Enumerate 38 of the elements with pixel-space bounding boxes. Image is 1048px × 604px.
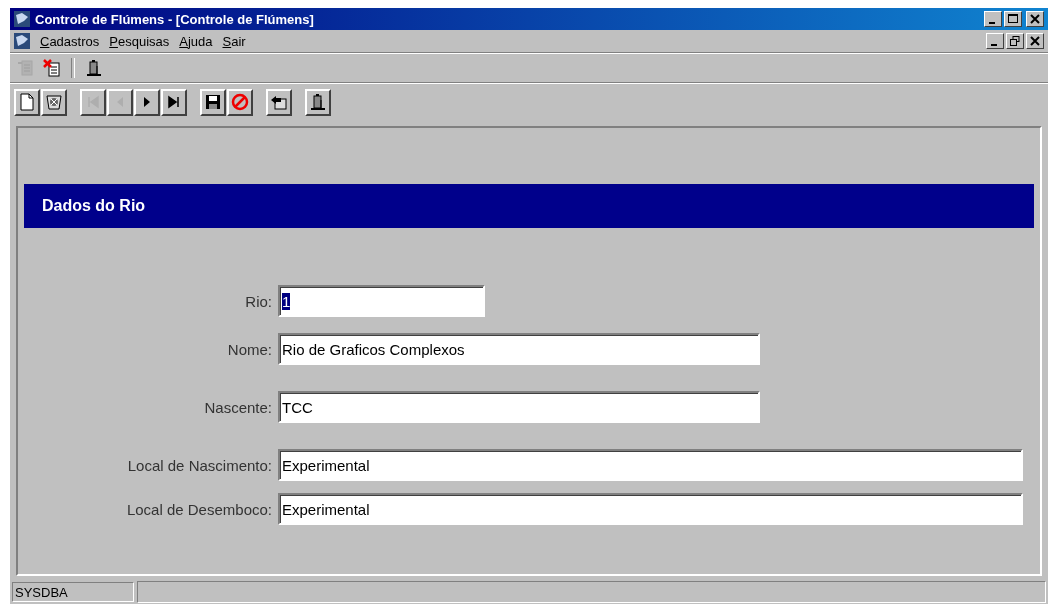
field-label: Rio: (244, 292, 273, 310)
text-field[interactable]: Experimental (278, 449, 1023, 481)
maximize-icon (1008, 14, 1018, 24)
restore-icon (1010, 36, 1020, 46)
minimize-icon (989, 21, 995, 24)
text-field[interactable]: Rio de Graficos Complexos (278, 333, 760, 365)
text-field[interactable]: 1 (278, 285, 485, 317)
cancel-icon[interactable] (227, 88, 253, 116)
field-label: Local de Nascimento: (126, 456, 273, 474)
status-user: SYSDBA (12, 582, 134, 602)
maximize-button[interactable] (1004, 11, 1022, 27)
text-field[interactable]: TCC (278, 391, 760, 423)
panel-title: Dados do Rio (42, 197, 146, 215)
new-document-icon[interactable] (14, 88, 40, 116)
door-icon[interactable] (305, 88, 331, 116)
undo-icon[interactable] (266, 88, 292, 116)
last-record-icon[interactable] (161, 88, 187, 116)
app-icon (14, 11, 30, 27)
menu-item[interactable]: Cadastros (40, 33, 100, 49)
field-label: Local de Desemboco: (125, 500, 273, 518)
close-icon (1030, 14, 1040, 24)
app-icon (14, 33, 30, 49)
field-label: Nome: (226, 340, 273, 358)
menu-item[interactable]: Sair (222, 33, 246, 49)
minimize-icon (991, 43, 997, 46)
save-icon[interactable] (200, 88, 226, 116)
menu-item[interactable]: Pesquisas (109, 33, 170, 49)
menu-item[interactable]: Ajuda (179, 33, 213, 49)
next-record-icon[interactable] (134, 88, 160, 116)
field-label: Nascente: (203, 398, 273, 416)
text-field[interactable]: Experimental (278, 493, 1023, 525)
restore-button[interactable] (1006, 33, 1024, 49)
minimize-button[interactable] (984, 11, 1002, 27)
close-button[interactable] (1026, 11, 1044, 27)
close-icon (1030, 36, 1040, 46)
minimize-button[interactable] (986, 33, 1004, 49)
window-title: Controle de Flúmens - [Controle de Flúmens] (35, 11, 314, 27)
close-button[interactable] (1026, 33, 1044, 49)
